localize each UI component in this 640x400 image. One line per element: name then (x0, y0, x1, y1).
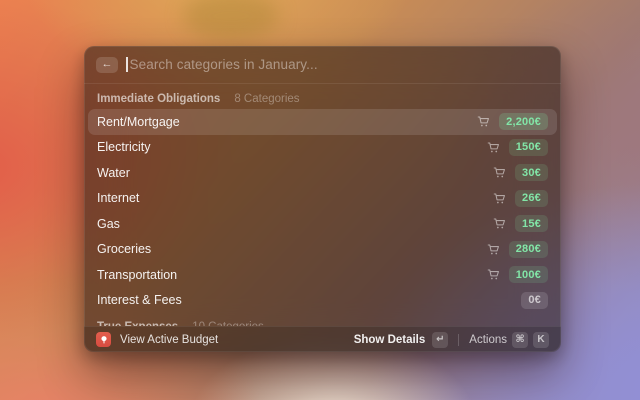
category-row-rent-mortgage[interactable]: Rent/Mortgage 2,200€ (88, 109, 557, 135)
budget-app-icon (96, 332, 111, 347)
category-name: Rent/Mortgage (97, 114, 180, 129)
cart-icon (487, 268, 500, 281)
amount-badge: 100€ (508, 266, 548, 284)
amount-badge: 0€ (521, 291, 548, 309)
amount-badge: 280€ (508, 240, 548, 258)
show-details-label: Show Details (353, 333, 426, 346)
category-row-interest-fees[interactable]: Interest & Fees 0€ (88, 288, 557, 314)
category-name: Gas (97, 216, 120, 231)
category-name: Groceries (97, 242, 152, 257)
category-name: Transportation (97, 267, 178, 282)
section-title: Immediate Obligations (97, 93, 221, 105)
command-palette-window: ← Search categories in January... Immedi… (84, 46, 561, 352)
category-list: Immediate Obligations 8 Categories Rent/… (84, 84, 561, 326)
wallpaper-blob (183, 0, 279, 40)
amount-badge: 30€ (515, 164, 548, 182)
category-row-electricity[interactable]: Electricity 150€ (88, 135, 557, 161)
actions-button[interactable]: Actions ⌘ K (469, 331, 549, 348)
category-row-water[interactable]: Water 30€ (88, 160, 557, 186)
amount-badge: 15€ (515, 215, 548, 233)
footer-divider (458, 333, 460, 346)
category-row-groceries[interactable]: Groceries 280€ (88, 237, 557, 263)
cart-icon (493, 217, 506, 230)
category-name: Internet (97, 191, 140, 206)
section-header-immediate-obligations: Immediate Obligations 8 Categories (84, 89, 561, 109)
cart-icon (487, 141, 500, 154)
return-key-icon: ↵ (432, 331, 449, 348)
cart-icon (487, 243, 500, 256)
section-count: 8 Categories (234, 93, 300, 105)
section-header-true-expenses: True Expenses 10 Categories (84, 317, 561, 326)
category-name: Electricity (97, 140, 151, 155)
category-row-transportation[interactable]: Transportation 100€ (88, 262, 557, 288)
cart-icon (493, 192, 506, 205)
actions-label: Actions (469, 333, 507, 346)
back-button[interactable]: ← (96, 56, 118, 73)
search-placeholder: Search categories in January... (129, 57, 318, 72)
category-row-internet[interactable]: Internet 26€ (88, 186, 557, 212)
back-arrow-icon: ← (101, 58, 113, 70)
cart-icon (477, 115, 490, 128)
action-bar: View Active Budget Show Details ↵ Action… (84, 326, 561, 352)
amount-badge: 2,200€ (499, 113, 548, 131)
show-details-button[interactable]: Show Details ↵ (353, 331, 449, 348)
cart-icon (493, 166, 506, 179)
k-key-icon: K (533, 331, 549, 348)
amount-badge: 26€ (515, 189, 548, 207)
text-caret (126, 57, 128, 72)
category-name: Water (97, 165, 130, 180)
amount-badge: 150€ (508, 138, 548, 156)
category-row-gas[interactable]: Gas 15€ (88, 211, 557, 237)
category-name: Interest & Fees (97, 293, 182, 308)
search-bar[interactable]: ← Search categories in January... (84, 46, 561, 84)
command-key-icon: ⌘ (512, 331, 528, 348)
command-title: View Active Budget (120, 333, 219, 346)
